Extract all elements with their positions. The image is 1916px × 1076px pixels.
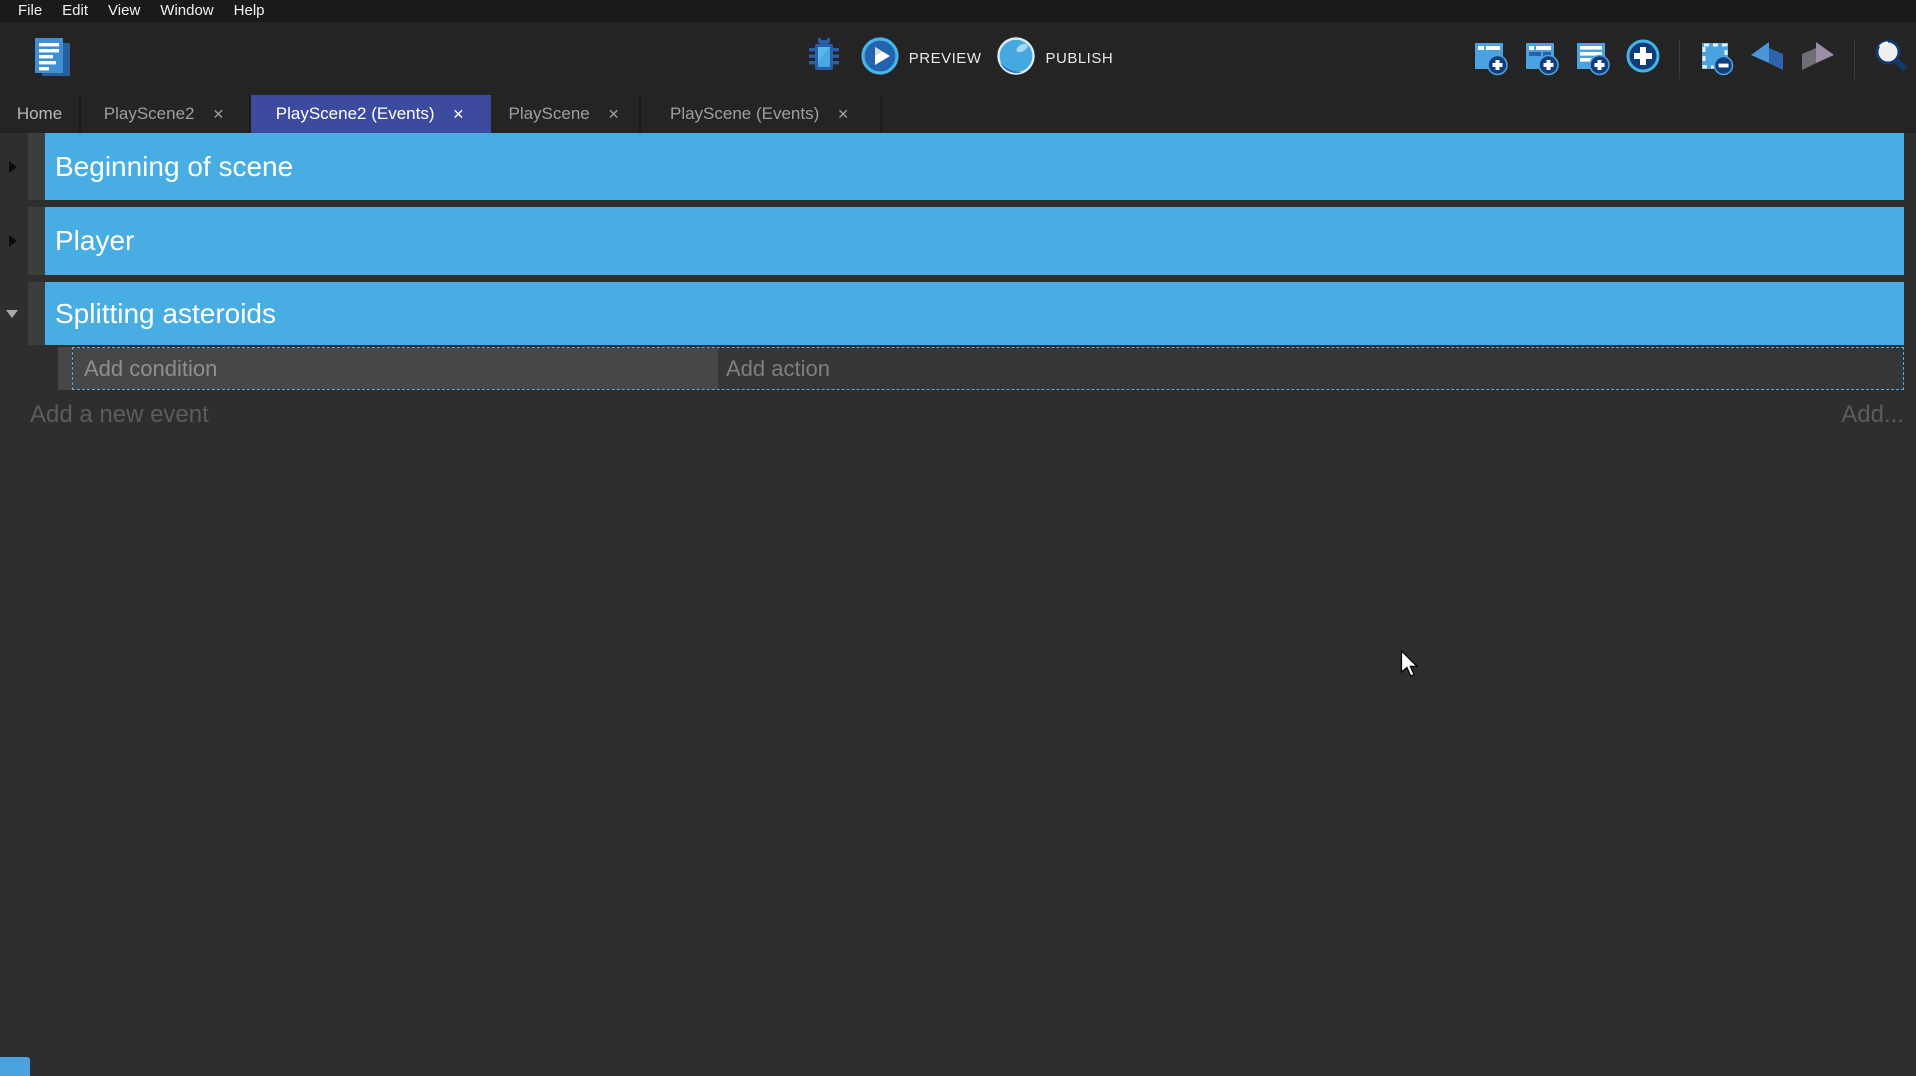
publish-label: PUBLISH xyxy=(1045,50,1113,67)
tab-playscene[interactable]: PlayScene xyxy=(491,95,641,133)
add-event-row: Add a new event Add... xyxy=(30,401,1904,429)
toolbar-separator xyxy=(1679,39,1680,79)
gutter xyxy=(0,133,28,200)
menu-view[interactable]: View xyxy=(98,1,150,22)
close-icon[interactable] xyxy=(606,105,622,123)
undo-button[interactable] xyxy=(1747,36,1787,81)
publish-button[interactable]: PUBLISH xyxy=(996,36,1113,81)
corner-widget xyxy=(0,1057,30,1076)
add-condition-button[interactable]: Add condition xyxy=(73,348,718,389)
add-more-button[interactable]: Add... xyxy=(1841,401,1904,429)
search-button[interactable] xyxy=(1871,36,1911,81)
event-drag-handle[interactable] xyxy=(28,282,45,345)
tab-label: PlayScene (Events) xyxy=(670,104,819,124)
clear-selection-button[interactable] xyxy=(1696,36,1736,81)
event-group-row[interactable]: Splitting asteroids xyxy=(0,282,1916,345)
tab-label: PlayScene xyxy=(508,104,589,124)
add-element-button[interactable] xyxy=(1623,36,1663,81)
selected-event-outline: Add condition Add action xyxy=(72,347,1904,390)
tab-playscene-events[interactable]: PlayScene (Events) xyxy=(641,95,882,133)
close-icon[interactable] xyxy=(211,105,227,123)
collapse-arrow-icon[interactable] xyxy=(9,161,17,173)
gutter xyxy=(0,207,28,275)
menu-window[interactable]: Window xyxy=(150,1,223,22)
add-new-event-button[interactable]: Add a new event xyxy=(30,401,209,429)
mouse-cursor xyxy=(1400,650,1424,685)
debugger-button[interactable] xyxy=(803,35,845,82)
close-icon[interactable] xyxy=(835,105,851,123)
main-toolbar: PREVIEW PUBLISH xyxy=(0,22,1916,95)
empty-event-row: Add condition Add action xyxy=(58,347,1904,390)
collapse-arrow-icon[interactable] xyxy=(9,235,17,247)
tab-label: PlayScene2 (Events) xyxy=(276,104,435,124)
debugger-bug-icon xyxy=(803,35,845,82)
event-group-title[interactable]: Beginning of scene xyxy=(45,133,1904,200)
publish-globe-icon xyxy=(996,36,1036,81)
menu-bar: File Edit View Window Help xyxy=(0,0,1916,22)
add-external-layout-button[interactable] xyxy=(1521,36,1561,81)
menu-file[interactable]: File xyxy=(8,1,52,22)
tab-label: Home xyxy=(17,104,62,124)
event-drag-handle[interactable] xyxy=(28,133,45,200)
event-drag-handle[interactable] xyxy=(58,347,72,390)
event-group-row[interactable]: Player xyxy=(0,207,1916,275)
toolbar-right-group xyxy=(1470,22,1911,95)
event-group-title[interactable]: Splitting asteroids xyxy=(45,282,1904,345)
event-drag-handle[interactable] xyxy=(28,207,45,275)
close-icon[interactable] xyxy=(451,105,467,123)
add-scene-button[interactable] xyxy=(1470,36,1510,81)
gutter xyxy=(0,282,28,345)
event-group-title[interactable]: Player xyxy=(45,207,1904,275)
tab-playscene2-events[interactable]: PlayScene2 (Events) xyxy=(251,95,491,133)
preview-label: PREVIEW xyxy=(909,50,982,67)
expand-arrow-icon[interactable] xyxy=(6,310,18,318)
tab-label: PlayScene2 xyxy=(104,104,195,124)
editor-tab-bar: Home PlayScene2 PlayScene2 (Events) Play… xyxy=(0,95,1916,133)
add-action-button[interactable]: Add action xyxy=(718,348,1903,389)
play-icon xyxy=(860,36,900,81)
add-external-events-button[interactable] xyxy=(1572,36,1612,81)
menu-help[interactable]: Help xyxy=(224,1,275,22)
tab-playscene2[interactable]: PlayScene2 xyxy=(81,95,251,133)
preview-button[interactable]: PREVIEW xyxy=(860,36,982,81)
menu-edit[interactable]: Edit xyxy=(52,1,98,22)
events-sheet: Beginning of scene Player Splitting aste… xyxy=(0,133,1916,429)
tab-home[interactable]: Home xyxy=(0,95,81,133)
event-group-row[interactable]: Beginning of scene xyxy=(0,133,1916,200)
toolbar-separator xyxy=(1854,39,1855,79)
redo-button[interactable] xyxy=(1798,36,1838,81)
